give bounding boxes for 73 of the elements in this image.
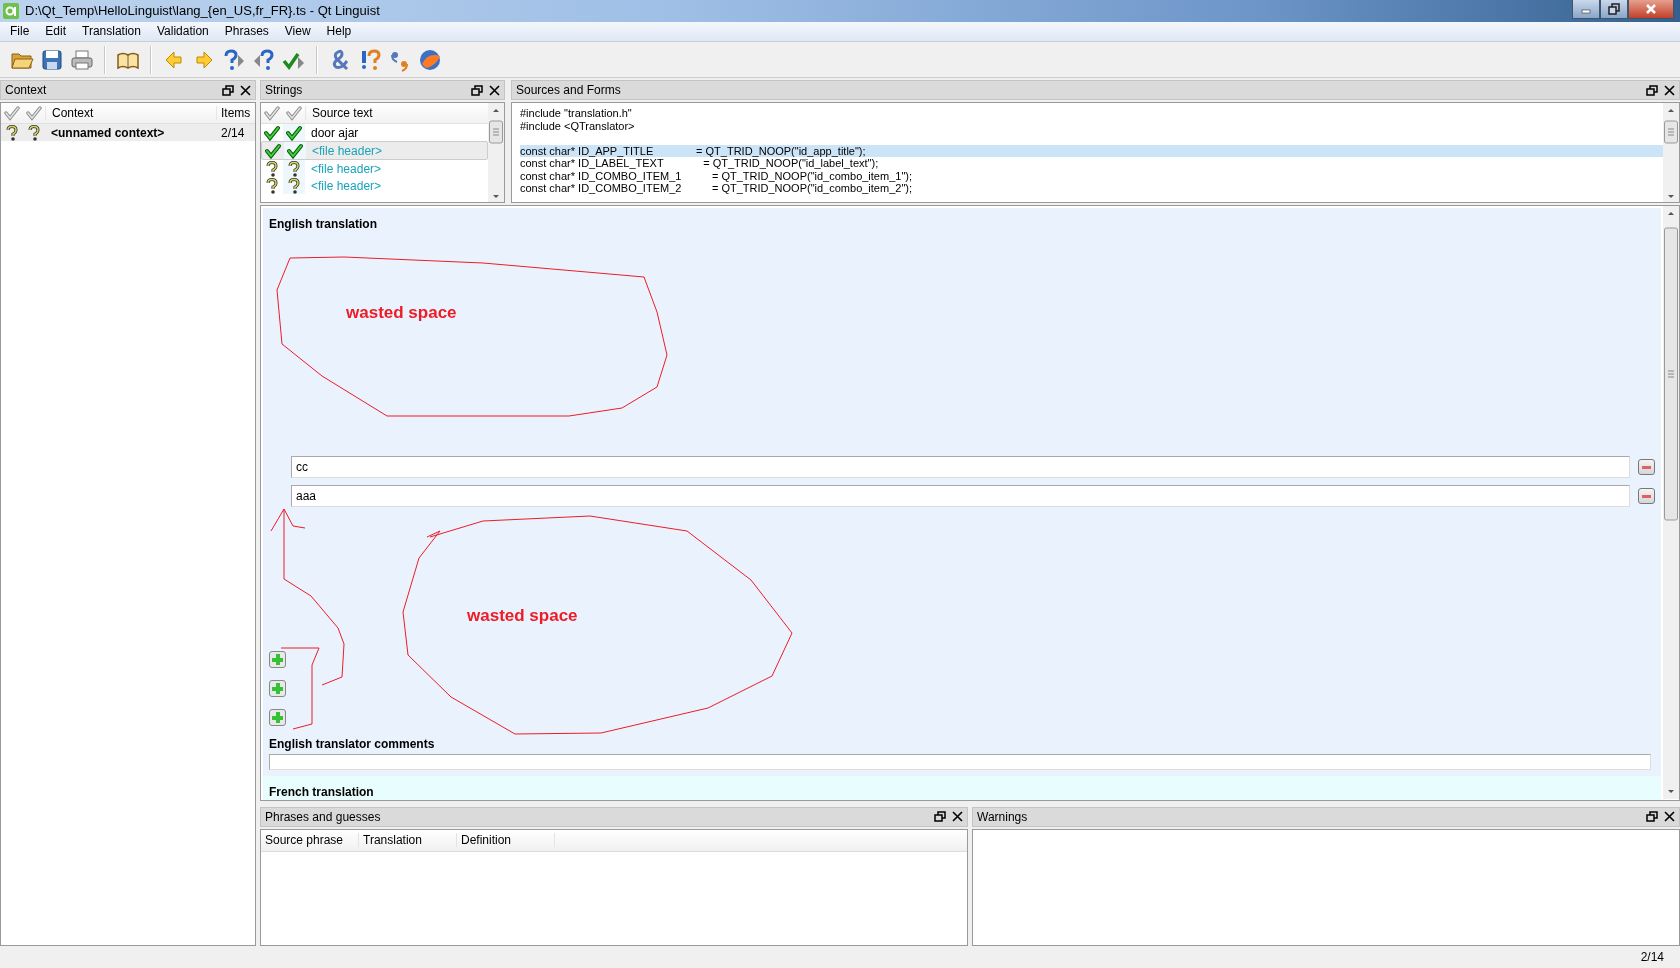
check-icon bbox=[286, 124, 302, 141]
close-icon bbox=[1644, 3, 1658, 15]
add-button[interactable] bbox=[269, 651, 286, 669]
restore-button[interactable] bbox=[1600, 0, 1628, 19]
float-icon[interactable] bbox=[1646, 84, 1658, 96]
code-line: const char* ID_LABEL_TEXT = QT_TRID_NOOP("id_label_text"); bbox=[520, 157, 880, 170]
add-button[interactable] bbox=[269, 680, 286, 698]
question-mark-arrow-icon[interactable] bbox=[222, 47, 246, 72]
context-name: <unnamed context> bbox=[50, 125, 166, 140]
panel-title: Strings bbox=[265, 83, 304, 98]
scrollbar[interactable] bbox=[488, 103, 504, 203]
comment-field[interactable] bbox=[269, 754, 1651, 771]
close-icon[interactable] bbox=[1664, 84, 1675, 96]
add-button[interactable] bbox=[269, 709, 286, 727]
annotation-text: wasted space bbox=[467, 606, 578, 627]
remove-button[interactable] bbox=[1638, 488, 1655, 505]
window-title: D:\Qt_Temp\HelloLinguist\lang_{en_US,fr_FR}.ts - Qt Linguist bbox=[25, 3, 381, 19]
section-heading: English translator comments bbox=[269, 736, 436, 753]
menu-item[interactable]: Validation bbox=[148, 24, 217, 39]
translation-field[interactable]: cc bbox=[291, 456, 1630, 479]
section-heading: French translation bbox=[269, 784, 375, 800]
check-icon bbox=[287, 142, 303, 159]
source-text: <file header> bbox=[310, 178, 383, 193]
translation-field[interactable]: aaa bbox=[291, 485, 1630, 508]
menu-item[interactable]: File bbox=[2, 24, 38, 39]
item-count: 2/14 bbox=[220, 125, 246, 140]
source-text: <file header> bbox=[310, 161, 383, 176]
restore-icon bbox=[1607, 3, 1621, 15]
annotation-text: wasted space bbox=[346, 303, 457, 324]
float-icon[interactable] bbox=[934, 811, 946, 823]
menu-item[interactable]: Phrases bbox=[216, 24, 277, 39]
panel-title: Context bbox=[5, 83, 48, 98]
code-line: #include "translation.h" bbox=[520, 107, 633, 120]
panel-title: Phrases and guesses bbox=[265, 809, 382, 824]
question-mark-icon bbox=[286, 177, 302, 194]
column-header[interactable]: Items bbox=[216, 106, 255, 121]
context-row[interactable]: <unnamed context> 2/14 bbox=[1, 124, 255, 142]
string-row[interactable]: door ajar bbox=[261, 124, 488, 142]
status-text: 2/14 bbox=[1640, 950, 1664, 965]
float-icon[interactable] bbox=[1646, 811, 1658, 823]
question-mark-icon bbox=[286, 160, 302, 177]
close-icon[interactable] bbox=[1664, 811, 1675, 823]
float-icon[interactable] bbox=[471, 84, 483, 96]
panel-title: Sources and Forms bbox=[516, 83, 622, 98]
close-button[interactable] bbox=[1628, 0, 1674, 19]
printer-icon[interactable] bbox=[70, 47, 94, 72]
app-logo-icon bbox=[3, 2, 19, 19]
code-line: const char* ID_COMBO_ITEM_1 = QT_TRID_NOOP("id_combo_item_1"); bbox=[520, 169, 913, 183]
code-line: #include <QTranslator> bbox=[520, 119, 636, 133]
source-text: <file header> bbox=[311, 143, 384, 158]
menu-item[interactable]: Edit bbox=[37, 24, 75, 39]
column-header[interactable]: Translation bbox=[359, 833, 457, 848]
swirl-icon[interactable] bbox=[418, 47, 442, 72]
question-mark-icon bbox=[26, 124, 42, 141]
menu-item[interactable]: Help bbox=[318, 24, 360, 39]
column-header[interactable]: Definition bbox=[457, 833, 555, 848]
menu-item[interactable]: View bbox=[276, 24, 319, 39]
column-header[interactable]: Source phrase bbox=[261, 833, 359, 848]
code-line: const char* ID_COMBO_ITEM_2 = QT_TRID_NOOP("id_combo_item_2"); bbox=[520, 182, 913, 195]
close-icon[interactable] bbox=[240, 84, 251, 96]
section-heading: English translation bbox=[269, 216, 378, 233]
minimize-button[interactable] bbox=[1572, 0, 1600, 19]
close-icon[interactable] bbox=[489, 84, 500, 96]
remove-button[interactable] bbox=[1638, 459, 1655, 476]
source-text: door ajar bbox=[310, 125, 360, 140]
close-icon[interactable] bbox=[952, 811, 963, 823]
menu-item[interactable]: Translation bbox=[74, 24, 149, 39]
float-icon[interactable] bbox=[222, 84, 234, 96]
arrow-question-mark-icon[interactable] bbox=[252, 47, 276, 72]
column-header[interactable]: Context bbox=[45, 106, 216, 121]
scrollbar[interactable] bbox=[1663, 103, 1679, 203]
panel-title: Warnings bbox=[977, 809, 1029, 824]
scrollbar[interactable] bbox=[1663, 206, 1679, 800]
